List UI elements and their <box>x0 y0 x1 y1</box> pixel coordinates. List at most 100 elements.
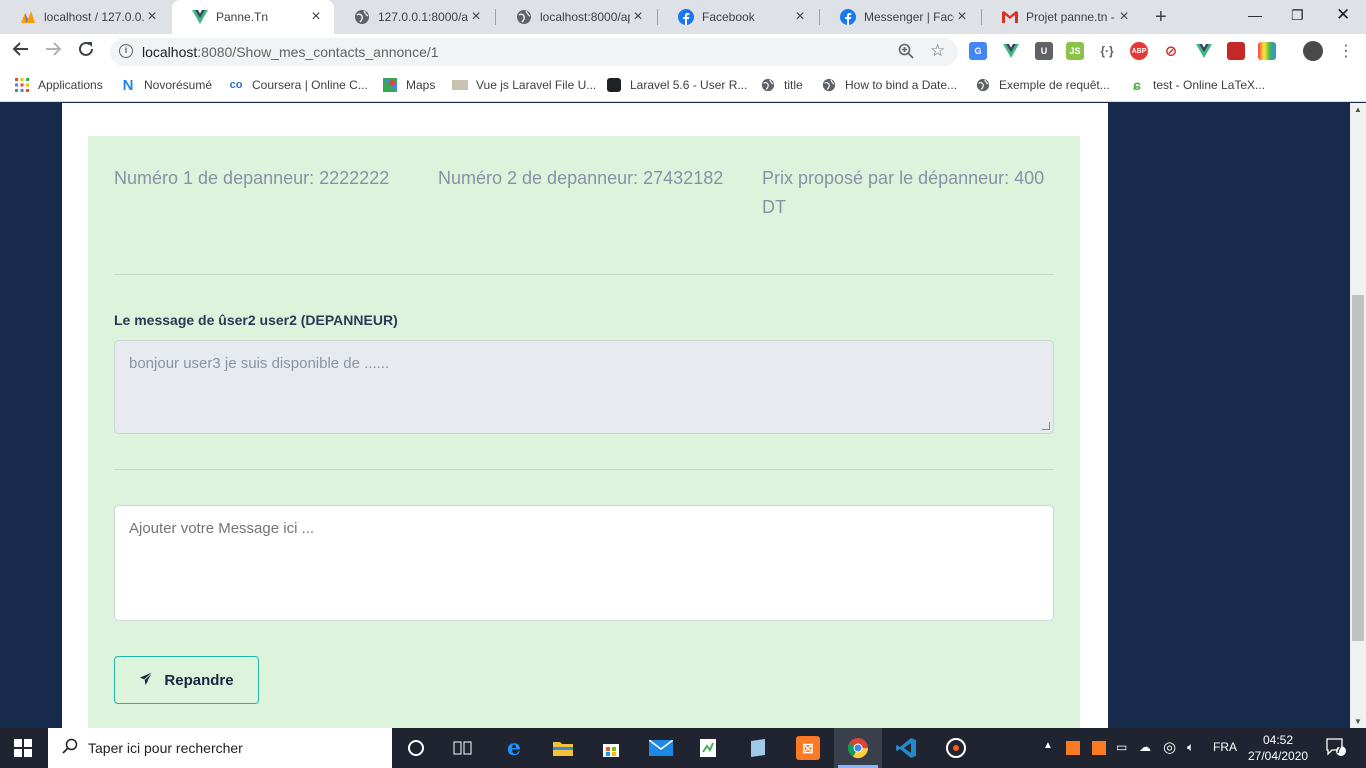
color-extension-icon[interactable] <box>1258 42 1276 60</box>
bookmark-overleaf[interactable]: ɕ test - Online LaTeX... <box>1129 77 1265 93</box>
profile-avatar[interactable] <box>1303 41 1323 61</box>
bookmark-title[interactable]: title <box>760 77 803 93</box>
close-tab-icon[interactable]: × <box>144 8 160 26</box>
divider <box>114 469 1054 470</box>
bookmark-label: test - Online LaTeX... <box>1153 78 1266 92</box>
file-explorer-icon[interactable] <box>551 736 575 760</box>
bookmark-extension-icon[interactable] <box>1227 42 1245 60</box>
zoom-icon[interactable] <box>898 43 914 63</box>
bookmark-laravel-user[interactable]: Laravel 5.6 - User R... <box>606 77 747 93</box>
taskbar-search[interactable]: Taper ici pour rechercher <box>48 728 392 768</box>
notes-app-icon[interactable] <box>746 736 770 760</box>
cloud-sync-icon[interactable]: ☁ <box>1139 740 1151 754</box>
site-info-icon[interactable]: i <box>119 44 133 58</box>
resize-grip-icon <box>1042 422 1050 430</box>
xampp-tray-icon[interactable] <box>1066 741 1080 755</box>
vue-devtools-icon[interactable] <box>1002 42 1020 60</box>
bookmark-label: Exemple de requêt... <box>999 78 1110 92</box>
language-indicator[interactable]: FRA <box>1213 740 1237 754</box>
close-window-icon[interactable]: ✕ <box>1336 5 1350 25</box>
system-clock[interactable]: 04:52 27/04/2020 <box>1248 732 1308 764</box>
scroll-down-arrow-icon[interactable]: ▼ <box>1354 717 1362 726</box>
reply-button[interactable]: Repandre <box>114 656 259 704</box>
globe-icon <box>354 9 370 25</box>
tab-title: localhost:8000/api <box>540 10 630 24</box>
tab-messenger[interactable]: Messenger | Facebook × <box>820 0 980 34</box>
reload-icon[interactable] <box>77 40 95 63</box>
bookmark-novoresume[interactable]: N Novorésumé <box>120 76 213 94</box>
address-bar[interactable]: i localhost:8080/Show_mes_contacts_annon… <box>110 38 958 66</box>
tab-phpmyadmin[interactable]: localhost / 127.0.0.1 | phpMyAdmin × <box>0 0 170 34</box>
shield-extension-icon[interactable]: U <box>1035 42 1053 60</box>
numero-depanneur-1: Numéro 1 de depanneur: 2222222 <box>114 168 390 188</box>
bookmark-applications[interactable]: Applications <box>14 77 103 93</box>
tab-panne-tn[interactable]: Panne.Tn × <box>172 0 334 34</box>
bookmark-label: Vue js Laravel File U... <box>476 78 597 92</box>
page-icon <box>452 77 468 93</box>
globe-icon <box>821 77 837 93</box>
mail-icon[interactable] <box>649 736 673 760</box>
close-tab-icon[interactable]: × <box>308 8 324 26</box>
code-extension-icon[interactable]: {·} <box>1098 42 1116 60</box>
notepad-plus-icon[interactable] <box>697 736 721 760</box>
menu-kebab-icon[interactable]: ⋮ <box>1338 41 1354 61</box>
divider <box>114 274 1054 275</box>
xampp-icon[interactable]: ⊠ <box>796 736 820 760</box>
send-plane-icon <box>139 671 154 690</box>
bookmark-maps[interactable]: Maps <box>382 77 435 93</box>
globe-icon <box>975 77 991 93</box>
vue-extension-icon[interactable] <box>1195 42 1213 60</box>
back-arrow-icon[interactable] <box>12 40 30 63</box>
volume-icon[interactable]: 🔈︎ <box>1187 740 1194 755</box>
scrollbar-thumb[interactable] <box>1352 295 1364 641</box>
tab-api-localhost[interactable]: localhost:8000/api × <box>496 0 656 34</box>
show-hidden-icons-chevron[interactable]: ▲ <box>1043 740 1053 751</box>
chrome-icon[interactable] <box>846 736 870 760</box>
received-message-textarea: bonjour user3 je suis disponible de ....… <box>114 340 1054 434</box>
tab-api-127[interactable]: 127.0.0.1:8000/api × <box>334 0 494 34</box>
tab-facebook[interactable]: Facebook × <box>658 0 818 34</box>
phpmyadmin-icon <box>20 9 36 25</box>
store-icon[interactable] <box>599 736 623 760</box>
bookmark-exemple-requete[interactable]: Exemple de requêt... <box>975 77 1110 93</box>
xampp-tray-icon-2[interactable] <box>1092 741 1106 755</box>
edge-browser-icon[interactable]: e <box>502 735 526 761</box>
tab-gmail[interactable]: Projet panne.tn - m × <box>982 0 1142 34</box>
windows-start-icon[interactable] <box>14 739 32 757</box>
bookmark-coursera[interactable]: co Coursera | Online C... <box>228 77 368 93</box>
new-tab-icon[interactable]: + <box>1155 6 1167 29</box>
bookmark-label: title <box>784 78 803 92</box>
minimize-icon[interactable]: — <box>1248 7 1262 23</box>
message-label: Le message de ûser2 user2 (DEPANNEUR) <box>114 312 398 328</box>
close-tab-icon[interactable]: × <box>954 8 970 26</box>
block-extension-icon[interactable]: ⊘ <box>1162 42 1180 60</box>
facebook-icon <box>840 9 856 25</box>
url-text: localhost:8080/Show_mes_contacts_annonce… <box>142 44 439 60</box>
task-view-icon[interactable] <box>451 736 475 760</box>
scroll-up-arrow-icon[interactable]: ▲ <box>1354 105 1362 114</box>
adblock-icon[interactable]: ABP <box>1130 42 1148 60</box>
tab-title: Messenger | Facebook <box>864 10 954 24</box>
page-scrollbar[interactable]: ▲ ▼ <box>1350 103 1366 728</box>
media-player-icon[interactable] <box>944 736 968 760</box>
bookmark-vue-laravel[interactable]: Vue js Laravel File U... <box>452 77 596 93</box>
received-message-text: bonjour user3 je suis disponible de ....… <box>129 355 390 372</box>
close-tab-icon[interactable]: × <box>468 8 484 26</box>
vscode-icon[interactable] <box>894 736 918 760</box>
cortana-icon[interactable] <box>404 736 428 760</box>
close-tab-icon[interactable]: × <box>1116 8 1132 26</box>
bookmark-label: Novorésumé <box>144 78 213 92</box>
close-tab-icon[interactable]: × <box>630 8 646 26</box>
battery-icon[interactable]: ▭ <box>1116 740 1127 754</box>
clock-time: 04:52 <box>1262 733 1294 747</box>
nodejs-icon[interactable]: JS <box>1066 42 1084 60</box>
bookmark-star-icon[interactable]: ☆ <box>930 41 945 61</box>
reply-message-input[interactable] <box>114 505 1054 621</box>
forward-arrow-icon[interactable] <box>44 40 62 63</box>
bookmark-bind-date[interactable]: How to bind a Date... <box>821 77 957 93</box>
novoresume-icon: N <box>122 76 134 94</box>
restore-icon[interactable]: ❐ <box>1291 7 1304 24</box>
network-globe-icon[interactable]: ◎ <box>1163 738 1176 756</box>
google-translate-icon[interactable]: G <box>969 42 987 60</box>
close-tab-icon[interactable]: × <box>792 8 808 26</box>
